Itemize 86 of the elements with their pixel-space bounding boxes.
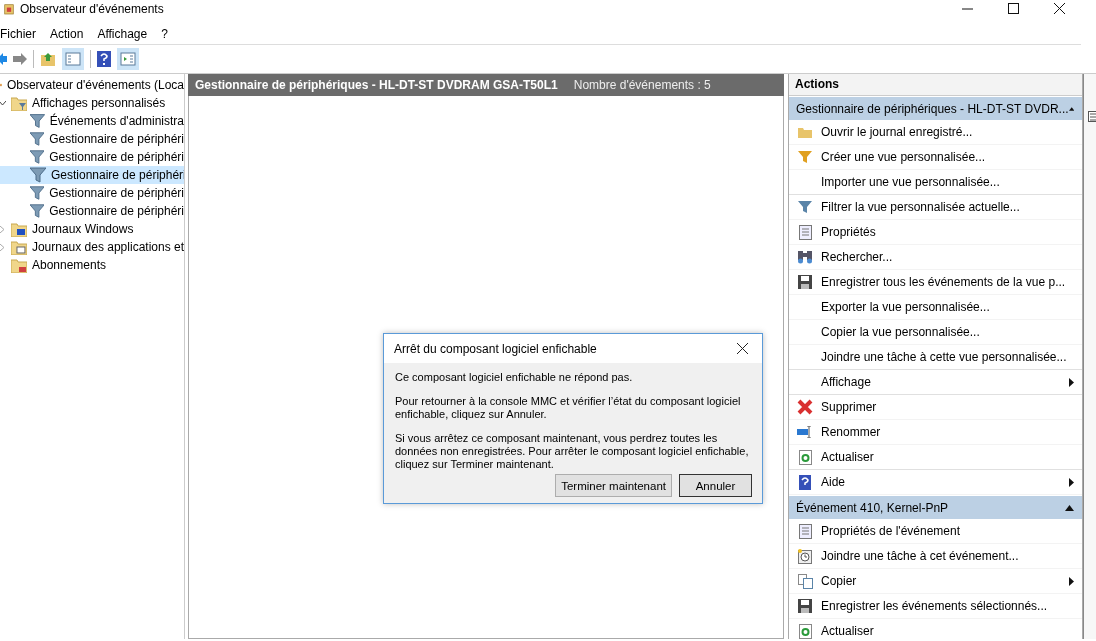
dialog-button[interactable]: Terminer maintenant xyxy=(555,474,672,497)
collapse-caret-icon[interactable] xyxy=(1065,504,1074,511)
pane-command[interactable]: Actualiser xyxy=(821,450,874,464)
folder-icon xyxy=(798,126,812,138)
pane-command[interactable]: Supprimer xyxy=(821,400,877,414)
tree-item[interactable]: Gestionnaire de périphéri xyxy=(0,130,184,148)
properties-icon xyxy=(798,523,812,539)
pane-command[interactable]: Importer une vue personnalisée... xyxy=(821,175,1000,189)
collapsed-chevron-icon[interactable] xyxy=(0,225,6,233)
dialog-message: Ce composant logiciel enfichable ne répond pas. xyxy=(395,371,634,384)
tree-item[interactable]: Gestionnaire de périphéri xyxy=(0,202,184,220)
rename-icon xyxy=(797,426,813,438)
menu-item[interactable]: Fichier xyxy=(0,27,44,41)
folder-icon xyxy=(11,95,27,111)
actions-title: Actions xyxy=(789,74,1082,96)
tree-item[interactable]: Événements d'administra xyxy=(0,112,184,130)
app-icon xyxy=(4,2,14,16)
help-icon[interactable] xyxy=(97,51,111,67)
panel-title: Gestionnaire de périphériques - HL-DT-ST DVDRAM GSA-T50L1 xyxy=(195,78,558,92)
filter-icon xyxy=(30,149,45,165)
pane-command[interactable]: Joindre une tâche à cet événement... xyxy=(821,549,1019,563)
copy-icon xyxy=(797,573,813,589)
pane-command[interactable]: Copier la vue personnalisée... xyxy=(821,325,980,339)
dialog-message: Si vous arrêtez ce composant maintenant, vous perdrez toutes les données non enregistrées. Pour arrêter le composant logiciel enfichable, cliquez sur Terminer maintenant. xyxy=(395,432,750,471)
pane-command[interactable]: Actualiser xyxy=(821,624,874,638)
tree-item[interactable]: Gestionnaire de périphéri xyxy=(0,148,184,166)
clock-icon xyxy=(797,548,813,564)
collapse-caret-icon[interactable] xyxy=(1068,105,1074,112)
maximize-icon xyxy=(1007,2,1019,14)
folder-icon xyxy=(11,257,27,273)
menu-item[interactable]: Action xyxy=(48,27,92,41)
pane-command[interactable]: Affichage xyxy=(821,375,871,389)
collapsed-chevron-icon[interactable] xyxy=(0,243,6,251)
menu-item[interactable]: ? xyxy=(159,27,176,41)
properties-icon xyxy=(798,224,812,240)
filter-icon xyxy=(798,200,812,214)
forward-arrow-icon[interactable] xyxy=(13,52,27,66)
pane-command[interactable]: Propriétés xyxy=(821,225,876,239)
panel-toggle-icon[interactable] xyxy=(62,48,84,70)
folder-icon xyxy=(11,221,27,237)
back-arrow-icon[interactable] xyxy=(0,52,7,66)
save-icon xyxy=(798,599,812,613)
filter-icon xyxy=(798,150,812,164)
pane-command[interactable]: Ouvrir le journal enregistré... xyxy=(821,125,973,139)
pane-command[interactable]: Aide xyxy=(821,475,846,489)
tree-item[interactable]: Abonnements xyxy=(32,258,107,272)
window-title: Observateur d'événements xyxy=(20,2,164,16)
help-icon xyxy=(799,474,811,490)
pane-command[interactable]: Filtrer la vue personnalisée actuelle... xyxy=(821,200,1020,214)
section-header[interactable]: Événement 410, Kernel-PnP xyxy=(789,496,1082,519)
folder-icon xyxy=(10,239,27,255)
pane-command[interactable]: Enregistrer tous les événements de la vue p... xyxy=(821,275,1066,289)
pane-command[interactable]: Propriétés de l'événement xyxy=(821,524,961,538)
event-count: Nombre d'événements : 5 xyxy=(573,78,711,92)
filter-icon xyxy=(30,203,45,219)
pane-command[interactable]: Rechercher... xyxy=(821,250,893,264)
folder-up-icon[interactable] xyxy=(40,51,56,67)
delete-icon xyxy=(797,399,813,415)
pane-command[interactable]: Joindre une tâche à cette vue personnalisée... xyxy=(821,350,1067,364)
tree-item[interactable]: Gestionnaire de périphéri xyxy=(0,184,184,202)
close-icon xyxy=(736,343,748,354)
binoculars-icon xyxy=(797,250,813,264)
filter-icon xyxy=(30,131,45,147)
section-header[interactable]: Gestionnaire de périphériques - HL-DT-ST DVDR... xyxy=(789,97,1082,120)
pane-command[interactable]: Créer une vue personnalisée... xyxy=(821,150,986,164)
tree-item[interactable]: Journaux Windows xyxy=(32,222,134,236)
tree-item[interactable]: Affichages personnalisés xyxy=(32,96,166,110)
filter-icon xyxy=(30,113,45,129)
pane-command[interactable]: Exporter la vue personnalisée... xyxy=(821,300,990,314)
dialog-button[interactable]: Annuler xyxy=(679,474,752,497)
pane-command[interactable]: Copier xyxy=(821,574,857,588)
filter-icon xyxy=(30,167,46,183)
expanded-chevron-icon[interactable] xyxy=(0,100,6,106)
pane-command[interactable]: Enregistrer les événements sélectionnés... xyxy=(821,599,1048,613)
close-icon xyxy=(1053,2,1065,14)
tree-item[interactable]: Observateur d'événements (Loca xyxy=(6,78,184,92)
refresh-icon xyxy=(798,449,812,465)
tree-item[interactable]: Gestionnaire de périphéri xyxy=(0,166,184,184)
tree-item[interactable]: Journaux des applications et xyxy=(31,240,184,254)
filter-icon xyxy=(30,185,45,201)
dialog-message: Pour retourner à la console MMC et vérifier l’état du composant logiciel enfichable, cliquez sur Annuler. xyxy=(395,395,742,421)
action-pane-icon[interactable] xyxy=(117,48,139,70)
dialog-title: Arrêt du composant logiciel enfichable xyxy=(394,341,597,356)
pane-command[interactable]: Renommer xyxy=(821,425,881,439)
save-icon xyxy=(798,275,812,289)
menu-item[interactable]: Affichage xyxy=(95,27,156,41)
